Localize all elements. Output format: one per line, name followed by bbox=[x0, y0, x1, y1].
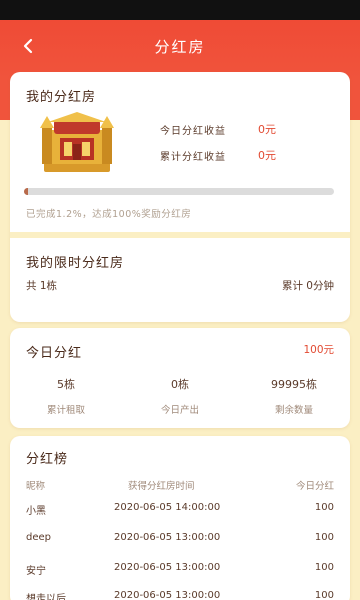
stat-label: 剩余数量 bbox=[274, 405, 313, 416]
limited-house-title: 我的限时分红房 bbox=[26, 256, 125, 271]
header-nickname: 昵称 bbox=[26, 481, 46, 492]
app-bar: 分红房 bbox=[0, 20, 360, 72]
row-time: 2020-06-05 13:00:00 bbox=[114, 590, 221, 600]
today-bonus-amount: 100元 bbox=[303, 344, 334, 356]
stat-value: 99995栋 bbox=[271, 378, 317, 391]
progress-fill bbox=[24, 188, 28, 195]
total-earnings-label: 累计分红收益 bbox=[160, 152, 226, 163]
progress-bar bbox=[24, 188, 334, 195]
stat-column-remaining: 99995栋 剩余数量 bbox=[244, 376, 344, 416]
page-title: 分红房 bbox=[154, 38, 206, 56]
ranking-title: 分红榜 bbox=[26, 452, 69, 467]
row-name: deep bbox=[26, 532, 51, 543]
my-house-card: 我的分红房 今日分红收益 0元 累计分红收益 0元 已完成1.2%，达成100%… bbox=[10, 72, 350, 322]
stat-label: 今日产出 bbox=[160, 405, 199, 416]
row-name: 安宁 bbox=[26, 566, 46, 577]
divider bbox=[10, 232, 350, 238]
progress-hint: 已完成1.2%，达成100%奖励分红房 bbox=[26, 209, 192, 220]
row-time: 2020-06-05 13:00:00 bbox=[114, 562, 221, 573]
row-bonus: 100 bbox=[314, 562, 334, 573]
stat-value: 5栋 bbox=[57, 378, 75, 391]
ranking-card: 分红榜 昵称 获得分红房时间 今日分红 小黑 2020-06-05 14:00:… bbox=[10, 436, 350, 600]
stat-value: 0栋 bbox=[171, 378, 189, 391]
row-name: 想走以后 bbox=[26, 594, 66, 600]
limited-total: 累计 0分钟 bbox=[281, 280, 334, 292]
stat-label: 累计租取 bbox=[46, 405, 85, 416]
row-bonus: 100 bbox=[314, 590, 334, 600]
row-bonus: 100 bbox=[314, 502, 334, 513]
house-illustration-icon bbox=[40, 112, 114, 172]
status-bar bbox=[0, 0, 360, 20]
header-bonus: 今日分红 bbox=[295, 481, 334, 492]
total-earnings-value: 0元 bbox=[258, 149, 276, 162]
my-house-title: 我的分红房 bbox=[26, 90, 97, 105]
limited-count: 共 1栋 bbox=[26, 280, 58, 292]
header-time: 获得分红房时间 bbox=[128, 481, 195, 492]
today-bonus-card: 今日分红 100元 5栋 累计租取 0栋 今日产出 99995栋 剩余数量 bbox=[10, 328, 350, 428]
today-earnings-value: 0元 bbox=[258, 123, 276, 136]
row-name: 小黑 bbox=[26, 506, 46, 517]
stat-column-rented: 5栋 累计租取 bbox=[16, 376, 116, 416]
row-time: 2020-06-05 14:00:00 bbox=[114, 502, 221, 513]
stat-column-output: 0栋 今日产出 bbox=[130, 376, 230, 416]
today-earnings-label: 今日分红收益 bbox=[160, 126, 226, 137]
row-time: 2020-06-05 13:00:00 bbox=[114, 532, 221, 543]
today-bonus-title: 今日分红 bbox=[26, 346, 83, 361]
row-bonus: 100 bbox=[314, 532, 334, 543]
